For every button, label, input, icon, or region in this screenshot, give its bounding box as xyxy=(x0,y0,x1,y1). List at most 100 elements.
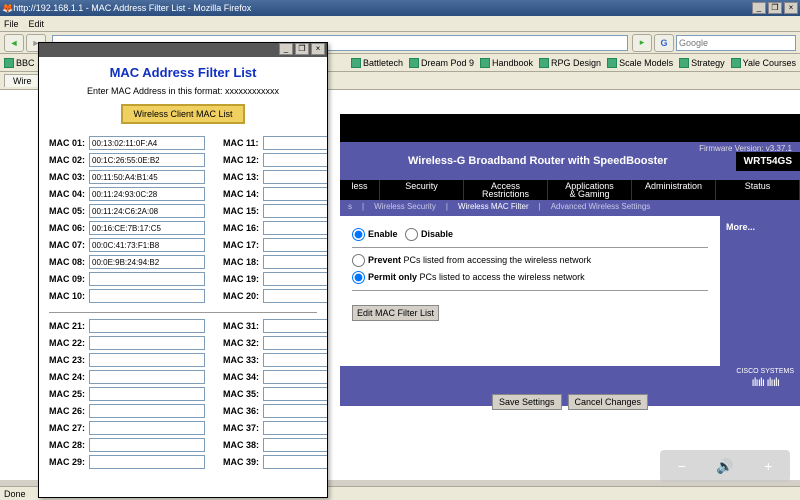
mac-input[interactable] xyxy=(89,404,205,418)
menu-bar: File Edit xyxy=(0,16,800,32)
mac-input[interactable] xyxy=(263,438,327,452)
bookmark-item[interactable]: Handbook xyxy=(480,58,533,68)
bookmark-icon xyxy=(679,58,689,68)
mac-input[interactable] xyxy=(263,221,327,235)
subnav-item[interactable]: Advanced Wireless Settings xyxy=(551,202,651,214)
bookmark-icon xyxy=(4,58,14,68)
mac-row: MAC 14: xyxy=(223,187,327,201)
mac-filter-popup: _ ❐ × MAC Address Filter List Enter MAC … xyxy=(38,42,328,498)
mac-input[interactable] xyxy=(263,387,327,401)
nav-status[interactable]: Status xyxy=(716,180,800,200)
mac-label: MAC 32: xyxy=(223,338,263,348)
menu-edit[interactable]: Edit xyxy=(29,19,45,29)
mac-input[interactable] xyxy=(89,289,205,303)
popup-hint: Enter MAC Address in this format: xxxxxx… xyxy=(49,86,317,96)
close-button[interactable]: × xyxy=(784,2,798,14)
bookmark-item[interactable]: BBC xyxy=(4,58,35,68)
mac-row: MAC 19: xyxy=(223,272,327,286)
mac-input[interactable] xyxy=(89,353,205,367)
firmware-version: Firmware Version: v3.37.1 xyxy=(699,144,792,153)
subnav-item[interactable]: Wireless Security xyxy=(374,202,436,214)
popup-maximize-button[interactable]: ❐ xyxy=(295,43,309,55)
mac-input[interactable] xyxy=(89,255,205,269)
volume-down-icon[interactable]: − xyxy=(672,456,692,476)
nav-access[interactable]: Access Restrictions xyxy=(464,180,548,200)
mac-input[interactable] xyxy=(263,272,327,286)
mac-row: MAC 06: xyxy=(49,221,205,235)
mac-label: MAC 37: xyxy=(223,423,263,433)
mac-input[interactable] xyxy=(89,336,205,350)
mac-label: MAC 17: xyxy=(223,240,263,250)
mac-input[interactable] xyxy=(263,204,327,218)
mac-input[interactable] xyxy=(89,421,205,435)
menu-file[interactable]: File xyxy=(4,19,19,29)
mac-input[interactable] xyxy=(89,170,205,184)
mac-row: MAC 25: xyxy=(49,387,205,401)
bookmark-icon xyxy=(351,58,361,68)
mac-input[interactable] xyxy=(263,153,327,167)
mac-input[interactable] xyxy=(263,238,327,252)
bookmark-item[interactable]: Scale Models xyxy=(607,58,673,68)
nav-apps[interactable]: Applications & Gaming xyxy=(548,180,632,200)
go-button[interactable]: ▸ xyxy=(632,34,652,52)
search-input[interactable] xyxy=(676,35,796,51)
mac-input[interactable] xyxy=(263,455,327,469)
bookmark-item[interactable]: Yale Courses xyxy=(731,58,796,68)
mac-input[interactable] xyxy=(263,136,327,150)
search-engine-button[interactable]: G xyxy=(654,34,674,52)
bookmark-item[interactable]: RPG Design xyxy=(539,58,601,68)
more-link[interactable]: More... xyxy=(726,222,755,232)
mac-input[interactable] xyxy=(263,370,327,384)
mac-input[interactable] xyxy=(263,289,327,303)
mac-row: MAC 18: xyxy=(223,255,327,269)
back-button[interactable]: ◄ xyxy=(4,34,24,52)
mac-row: MAC 31: xyxy=(223,319,327,333)
prevent-radio[interactable] xyxy=(352,254,365,267)
mac-input[interactable] xyxy=(89,221,205,235)
mac-input[interactable] xyxy=(89,272,205,286)
mac-input[interactable] xyxy=(263,353,327,367)
subnav-item[interactable]: s xyxy=(348,202,352,214)
browser-tab[interactable]: Wire xyxy=(4,74,41,87)
popup-minimize-button[interactable]: _ xyxy=(279,43,293,55)
minimize-button[interactable]: _ xyxy=(752,2,766,14)
bookmark-item[interactable]: Strategy xyxy=(679,58,725,68)
wireless-client-list-button[interactable]: Wireless Client MAC List xyxy=(121,104,244,124)
enable-radio[interactable] xyxy=(352,228,365,241)
mac-input[interactable] xyxy=(89,136,205,150)
bookmark-item[interactable]: Dream Pod 9 xyxy=(409,58,474,68)
router-admin-page: Firmware Version: v3.37.1 Wireless-G Bro… xyxy=(340,90,800,480)
mac-input[interactable] xyxy=(263,170,327,184)
mac-input[interactable] xyxy=(89,153,205,167)
mac-input[interactable] xyxy=(89,455,205,469)
mac-input[interactable] xyxy=(263,255,327,269)
mac-input[interactable] xyxy=(89,370,205,384)
mac-input[interactable] xyxy=(263,336,327,350)
mac-label: MAC 38: xyxy=(223,440,263,450)
mac-input[interactable] xyxy=(89,204,205,218)
bookmark-item[interactable]: Battletech xyxy=(351,58,403,68)
mac-input[interactable] xyxy=(263,404,327,418)
subnav-item-active[interactable]: Wireless MAC Filter xyxy=(458,202,529,214)
mac-input[interactable] xyxy=(263,421,327,435)
nav-security[interactable]: Security xyxy=(380,180,464,200)
mac-input[interactable] xyxy=(89,238,205,252)
volume-up-icon[interactable]: + xyxy=(758,456,778,476)
mac-label: MAC 28: xyxy=(49,440,89,450)
popup-close-button[interactable]: × xyxy=(311,43,325,55)
mac-input[interactable] xyxy=(263,319,327,333)
maximize-button[interactable]: ❐ xyxy=(768,2,782,14)
disable-radio[interactable] xyxy=(405,228,418,241)
mac-input[interactable] xyxy=(263,187,327,201)
nav-admin[interactable]: Administration xyxy=(632,180,716,200)
mac-input[interactable] xyxy=(89,187,205,201)
permit-radio[interactable] xyxy=(352,271,365,284)
save-settings-button[interactable]: Save Settings xyxy=(492,394,562,410)
cancel-changes-button[interactable]: Cancel Changes xyxy=(568,394,649,410)
nav-wireless[interactable]: less xyxy=(340,180,380,200)
mac-input[interactable] xyxy=(89,387,205,401)
mac-input[interactable] xyxy=(89,319,205,333)
mac-input[interactable] xyxy=(89,438,205,452)
mac-label: MAC 13: xyxy=(223,172,263,182)
edit-mac-filter-button[interactable]: Edit MAC Filter List xyxy=(352,305,439,321)
